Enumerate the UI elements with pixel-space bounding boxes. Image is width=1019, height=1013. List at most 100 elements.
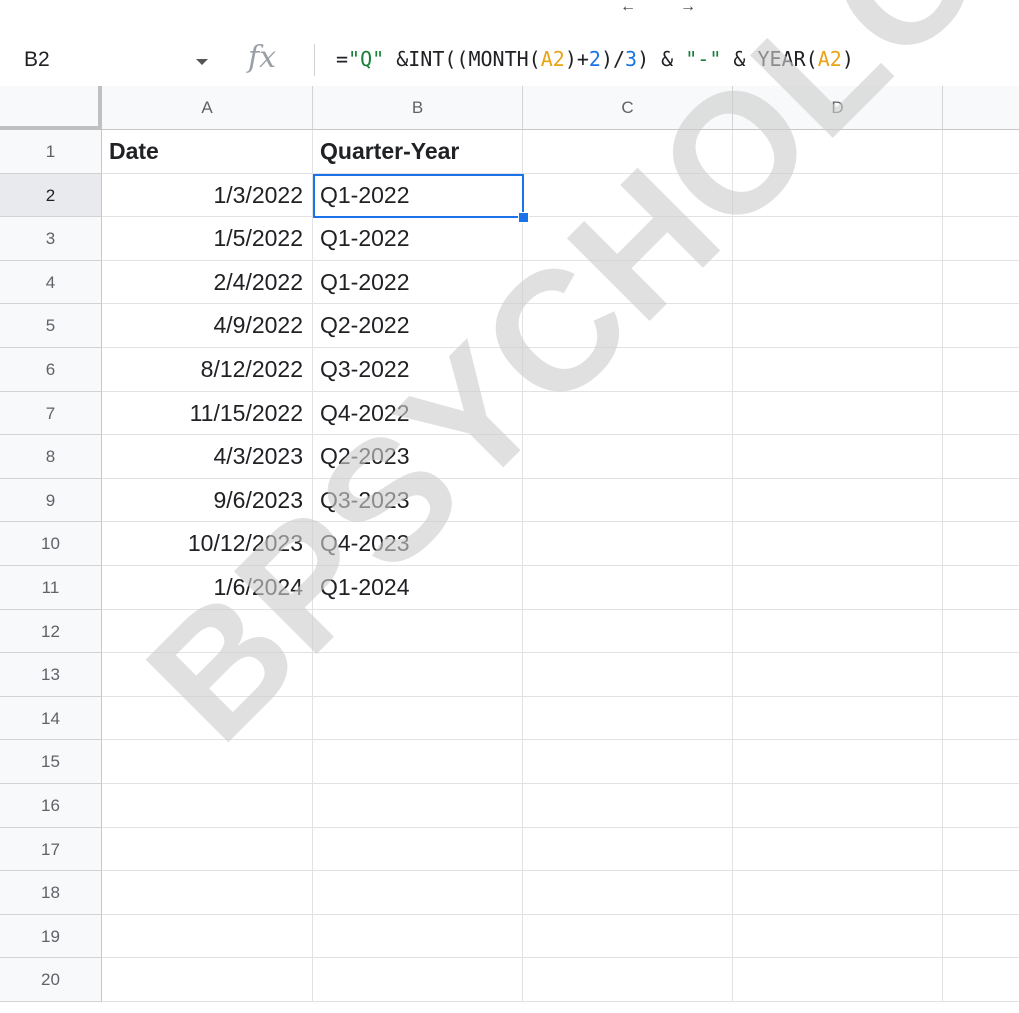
column-header-a[interactable]: A [102, 86, 313, 130]
table-cell[interactable] [523, 304, 733, 348]
table-cell[interactable] [943, 522, 1019, 566]
table-cell[interactable] [733, 130, 943, 174]
table-cell[interactable] [943, 392, 1019, 436]
table-cell[interactable] [733, 914, 943, 959]
table-cell[interactable] [943, 653, 1019, 697]
table-cell[interactable]: Q1-2022 [313, 217, 523, 261]
column-header-b[interactable]: B [313, 86, 523, 130]
table-cell[interactable] [523, 696, 733, 741]
table-cell[interactable]: Q1-2024 [313, 566, 523, 610]
table-cell[interactable]: Q2-2023 [313, 435, 523, 479]
table-cell[interactable] [733, 522, 943, 566]
table-cell[interactable] [733, 217, 943, 261]
row-header[interactable]: 3 [0, 217, 102, 261]
table-cell[interactable] [733, 260, 943, 305]
table-cell[interactable]: 1/5/2022 [102, 217, 313, 261]
row-header[interactable]: 1 [0, 130, 102, 174]
table-cell[interactable] [733, 391, 943, 436]
table-cell[interactable] [523, 740, 733, 784]
name-box[interactable]: B2 [0, 34, 236, 86]
table-cell[interactable]: 4/9/2022 [102, 304, 313, 348]
table-cell[interactable]: 11/15/2022 [102, 391, 313, 436]
table-cell[interactable] [523, 130, 733, 174]
table-cell[interactable] [943, 435, 1019, 479]
table-cell[interactable] [733, 348, 943, 392]
table-cell[interactable] [523, 653, 733, 697]
table-cell[interactable]: Quarter-Year [313, 130, 523, 174]
table-cell[interactable]: 1/3/2022 [102, 173, 313, 218]
table-cell[interactable] [523, 914, 733, 959]
table-cell[interactable] [943, 217, 1019, 261]
table-cell[interactable] [313, 740, 523, 784]
table-cell[interactable]: Q2-2022 [313, 304, 523, 348]
row-header[interactable]: 17 [0, 827, 102, 872]
table-cell[interactable] [733, 304, 943, 348]
table-cell[interactable] [733, 740, 943, 784]
table-cell[interactable]: Q1-2022 [313, 260, 523, 305]
table-cell[interactable] [523, 391, 733, 436]
table-cell[interactable] [943, 304, 1019, 348]
row-header[interactable]: 7 [0, 391, 102, 436]
table-cell[interactable] [102, 784, 313, 828]
row-header[interactable]: 16 [0, 784, 102, 828]
selected-cell-outline[interactable] [313, 173, 524, 219]
row-header[interactable]: 11 [0, 566, 102, 610]
table-cell[interactable] [523, 260, 733, 305]
table-cell[interactable] [943, 784, 1019, 828]
row-header[interactable]: 12 [0, 609, 102, 654]
table-cell[interactable] [733, 958, 943, 1002]
table-cell[interactable]: 8/12/2022 [102, 348, 313, 392]
table-cell[interactable]: 4/3/2023 [102, 435, 313, 479]
fill-handle[interactable] [518, 212, 529, 224]
table-cell[interactable] [313, 696, 523, 741]
table-cell[interactable] [102, 696, 313, 741]
table-cell[interactable] [733, 173, 943, 218]
row-header[interactable]: 6 [0, 348, 102, 392]
table-cell[interactable] [943, 174, 1019, 218]
table-cell[interactable]: 10/12/2023 [102, 522, 313, 566]
table-cell[interactable]: 1/6/2024 [102, 566, 313, 610]
row-header[interactable]: 18 [0, 871, 102, 915]
table-cell[interactable]: Date [102, 130, 313, 174]
column-header-d[interactable]: D [733, 86, 943, 130]
table-cell[interactable] [313, 784, 523, 828]
table-cell[interactable] [523, 609, 733, 654]
table-cell[interactable] [943, 740, 1019, 784]
table-cell[interactable] [313, 653, 523, 697]
table-cell[interactable] [523, 871, 733, 915]
table-cell[interactable] [733, 827, 943, 872]
table-cell[interactable] [102, 958, 313, 1002]
table-cell[interactable] [943, 828, 1019, 872]
table-cell[interactable] [102, 871, 313, 915]
table-cell[interactable] [102, 653, 313, 697]
table-cell[interactable] [313, 958, 523, 1002]
table-cell[interactable] [943, 871, 1019, 915]
table-cell[interactable] [733, 435, 943, 479]
row-header[interactable]: 2 [0, 173, 102, 218]
table-cell[interactable]: 9/6/2023 [102, 478, 313, 523]
row-header[interactable]: 10 [0, 522, 102, 566]
column-header-c[interactable]: C [523, 86, 733, 130]
table-cell[interactable] [523, 435, 733, 479]
row-header[interactable]: 13 [0, 653, 102, 697]
select-all-corner[interactable] [0, 86, 102, 130]
table-cell[interactable] [733, 871, 943, 915]
table-cell[interactable] [102, 914, 313, 959]
table-cell[interactable] [943, 610, 1019, 654]
table-cell[interactable] [733, 566, 943, 610]
row-header[interactable]: 19 [0, 914, 102, 959]
table-cell[interactable] [943, 566, 1019, 610]
table-cell[interactable] [523, 784, 733, 828]
table-cell[interactable] [733, 609, 943, 654]
table-cell[interactable] [313, 871, 523, 915]
table-cell[interactable] [943, 348, 1019, 392]
table-cell[interactable] [102, 740, 313, 784]
chevron-down-icon[interactable] [196, 59, 208, 65]
table-cell[interactable]: Q3-2023 [313, 478, 523, 523]
row-header[interactable]: 5 [0, 304, 102, 348]
table-cell[interactable]: 2/4/2022 [102, 260, 313, 305]
table-cell[interactable] [943, 130, 1019, 174]
formula-input[interactable]: ="Q" &INT((MONTH(A2)+2)/3) & "-" & YEAR(… [336, 47, 854, 71]
table-cell[interactable] [523, 958, 733, 1002]
table-cell[interactable] [523, 217, 733, 261]
